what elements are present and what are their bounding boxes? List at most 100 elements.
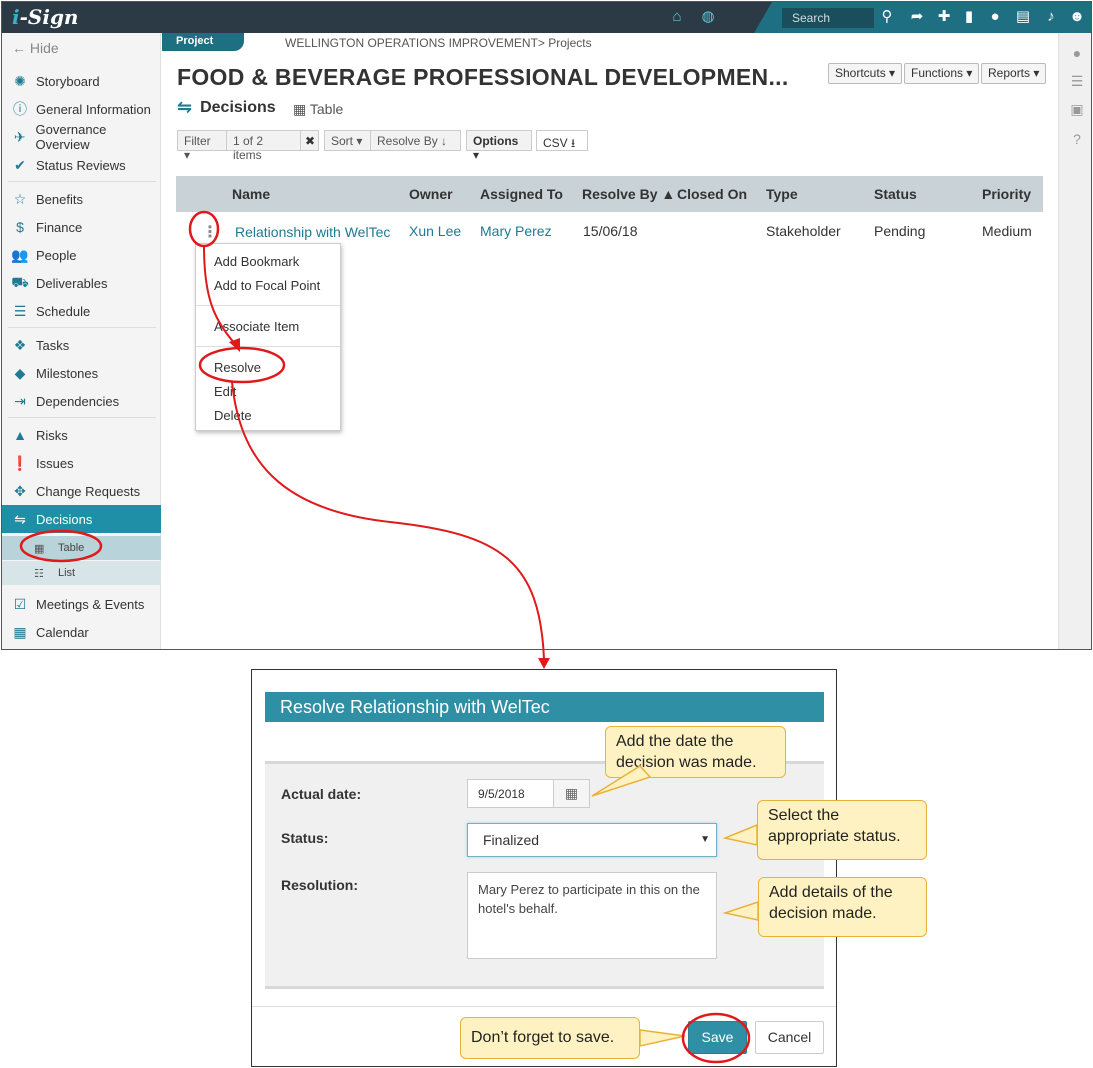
sidebar-item-tasks[interactable]: ❖ Tasks	[2, 331, 161, 359]
warning-icon: ▲	[13, 427, 27, 443]
palette-icon: ✺	[14, 72, 26, 89]
callout-save: Don’t forget to save.	[460, 1017, 640, 1059]
sort-by-resolve-button[interactable]: Resolve By ↓	[370, 130, 461, 151]
row-resolve-by: 15/06/18	[583, 223, 638, 239]
status-select[interactable]: Finalized ▼	[467, 823, 717, 857]
csv-button[interactable]: CSV ⭳	[536, 130, 588, 151]
sidebar-item-general-information[interactable]: ⓘ General Information	[2, 95, 161, 123]
chevron-down-icon: ▼	[700, 834, 710, 845]
app-logo[interactable]: i-Sign	[12, 5, 78, 29]
sidebar-item-milestones[interactable]: ◆ Milestones	[2, 359, 161, 387]
status-label: Status:	[281, 830, 329, 846]
column-assigned-to[interactable]: Assigned To	[480, 186, 563, 202]
menu-add-to-focal-point[interactable]: Add to Focal Point	[214, 278, 320, 293]
column-resolve-by[interactable]: Resolve By ▲	[582, 186, 675, 202]
options-button[interactable]: Options ▾	[466, 130, 532, 162]
column-owner[interactable]: Owner	[409, 186, 453, 202]
column-name[interactable]: Name	[232, 186, 270, 202]
row-name-link[interactable]: Relationship with WelTec	[235, 224, 390, 240]
calendar-icon[interactable]: ▦	[553, 779, 590, 808]
row-context-menu: Add Bookmark Add to Focal Point Associat…	[195, 243, 341, 431]
row-assigned-to[interactable]: Mary Perez	[480, 223, 552, 239]
sidebar-subitem-list[interactable]: ☷ List	[2, 561, 161, 585]
share-icon[interactable]: ➦	[908, 8, 926, 26]
sort-button[interactable]: Sort ▾	[324, 130, 371, 151]
section-title: ⇋ Decisions	[177, 97, 276, 117]
bookmark-icon[interactable]: ▮	[960, 8, 978, 26]
dialog-title: Resolve Relationship with WelTec	[265, 692, 824, 722]
save-button[interactable]: Save	[688, 1021, 747, 1054]
signpost-icon: ⇋	[14, 510, 26, 527]
sidebar-item-people[interactable]: 👥 People	[2, 241, 161, 269]
hide-sidebar-button[interactable]: ← Hide	[12, 40, 59, 56]
sidebar-item-governance-overview[interactable]: ✈ Governance Overview	[2, 122, 161, 152]
sidebar-item-risks[interactable]: ▲ Risks	[2, 421, 161, 449]
dollar-icon: $	[16, 219, 24, 235]
menu-associate-item[interactable]: Associate Item	[214, 319, 299, 334]
sidebar-item-meetings-events[interactable]: ☑ Meetings & Events	[2, 590, 161, 618]
menu-delete[interactable]: Delete	[214, 408, 252, 423]
list-icon: ☷	[34, 567, 44, 580]
column-type[interactable]: Type	[766, 186, 798, 202]
sidebar-item-finance[interactable]: $ Finance	[2, 213, 161, 241]
top-bar: i-Sign ⌂ ◍ ⚲ ➦ ✚ ▮ ● ▤ ♪ ☻	[2, 2, 1091, 33]
chat-icon[interactable]: ●	[986, 8, 1004, 26]
sidebar: ← Hide ✺ Storyboard ⓘ General Information …	[2, 33, 161, 649]
list-icon[interactable]: ☰	[1069, 73, 1085, 89]
actual-date-input[interactable]	[467, 779, 554, 808]
plus-icon[interactable]: ✚	[935, 8, 953, 26]
resolution-label: Resolution:	[281, 877, 358, 893]
cancel-button[interactable]: Cancel	[755, 1021, 824, 1054]
star-icon: ☆	[13, 190, 27, 207]
user-icon[interactable]: ☻	[1068, 8, 1086, 26]
project-tab[interactable]: Project	[162, 33, 244, 51]
column-closed-on[interactable]: Closed On	[677, 186, 747, 202]
sidebar-item-schedule[interactable]: ☰ Schedule	[2, 297, 161, 325]
people-icon: 👥	[11, 246, 29, 263]
bell-icon[interactable]: ♪	[1042, 8, 1060, 26]
view-label[interactable]: ▦ Table	[293, 101, 343, 118]
actual-date-label: Actual date:	[281, 786, 362, 802]
row-owner[interactable]: Xun Lee	[409, 223, 461, 239]
sidebar-item-calendar[interactable]: ▦ Calendar	[2, 618, 161, 646]
comment-icon[interactable]: ●	[1069, 45, 1085, 61]
search-icon[interactable]: ⚲	[878, 8, 896, 26]
help-icon[interactable]: ?	[1069, 131, 1085, 147]
filter-button[interactable]: Filter ▾	[177, 130, 227, 162]
app-window: i-Sign ⌂ ◍ ⚲ ➦ ✚ ▮ ● ▤ ♪ ☻ ← Hide ✺Story…	[1, 1, 1092, 650]
lock-icon[interactable]: ▣	[1069, 101, 1085, 117]
clear-filter-button[interactable]: ✖	[300, 130, 319, 151]
sidebar-item-change-requests[interactable]: ✥ Change Requests	[2, 477, 161, 505]
arrows-icon: ✥	[14, 482, 26, 499]
menu-add-bookmark[interactable]: Add Bookmark	[214, 254, 299, 269]
row-actions-menu-icon[interactable]: ⋮	[202, 222, 218, 242]
column-priority[interactable]: Priority	[982, 186, 1031, 202]
sidebar-item-deliverables[interactable]: ⛟ Deliverables	[2, 269, 161, 297]
sidebar-item-dependencies[interactable]: ⇥ Dependencies	[2, 387, 161, 415]
sidebar-divider	[8, 327, 156, 328]
resolution-textarea[interactable]	[467, 872, 717, 959]
schedule-icon: ☰	[13, 302, 27, 319]
menu-resolve[interactable]: Resolve	[214, 360, 261, 375]
callout-status: Select the appropriate status.	[757, 800, 927, 860]
sidebar-subitem-table[interactable]: ▦ Table	[2, 536, 161, 560]
breadcrumb[interactable]: WELLINGTON OPERATIONS IMPROVEMENT> Proje…	[285, 36, 592, 50]
sidebar-item-decisions[interactable]: ⇋ Decisions	[2, 505, 161, 533]
column-status[interactable]: Status	[874, 186, 917, 202]
callout-date: Add the date the decision was made.	[605, 726, 786, 778]
sidebar-item-status-reviews[interactable]: ✔ Status Reviews	[2, 151, 161, 179]
search-input[interactable]	[782, 8, 874, 28]
functions-button[interactable]: Functions ▾	[904, 63, 980, 84]
shortcuts-button[interactable]: Shortcuts ▾	[828, 63, 903, 84]
item-count: 1 of 2 items	[226, 130, 301, 162]
home-icon[interactable]: ⌂	[668, 8, 686, 26]
menu-edit[interactable]: Edit	[214, 384, 236, 399]
menu-divider	[196, 346, 340, 347]
sidebar-item-storyboard[interactable]: ✺ Storyboard	[2, 67, 161, 95]
document-icon[interactable]: ▤	[1014, 8, 1032, 26]
globe-icon[interactable]: ◍	[699, 8, 717, 26]
sidebar-item-issues[interactable]: ❗ Issues	[2, 449, 161, 477]
reports-button[interactable]: Reports ▾	[981, 63, 1047, 84]
sidebar-item-benefits[interactable]: ☆ Benefits	[2, 185, 161, 213]
dialog-footer-divider	[252, 1006, 836, 1007]
